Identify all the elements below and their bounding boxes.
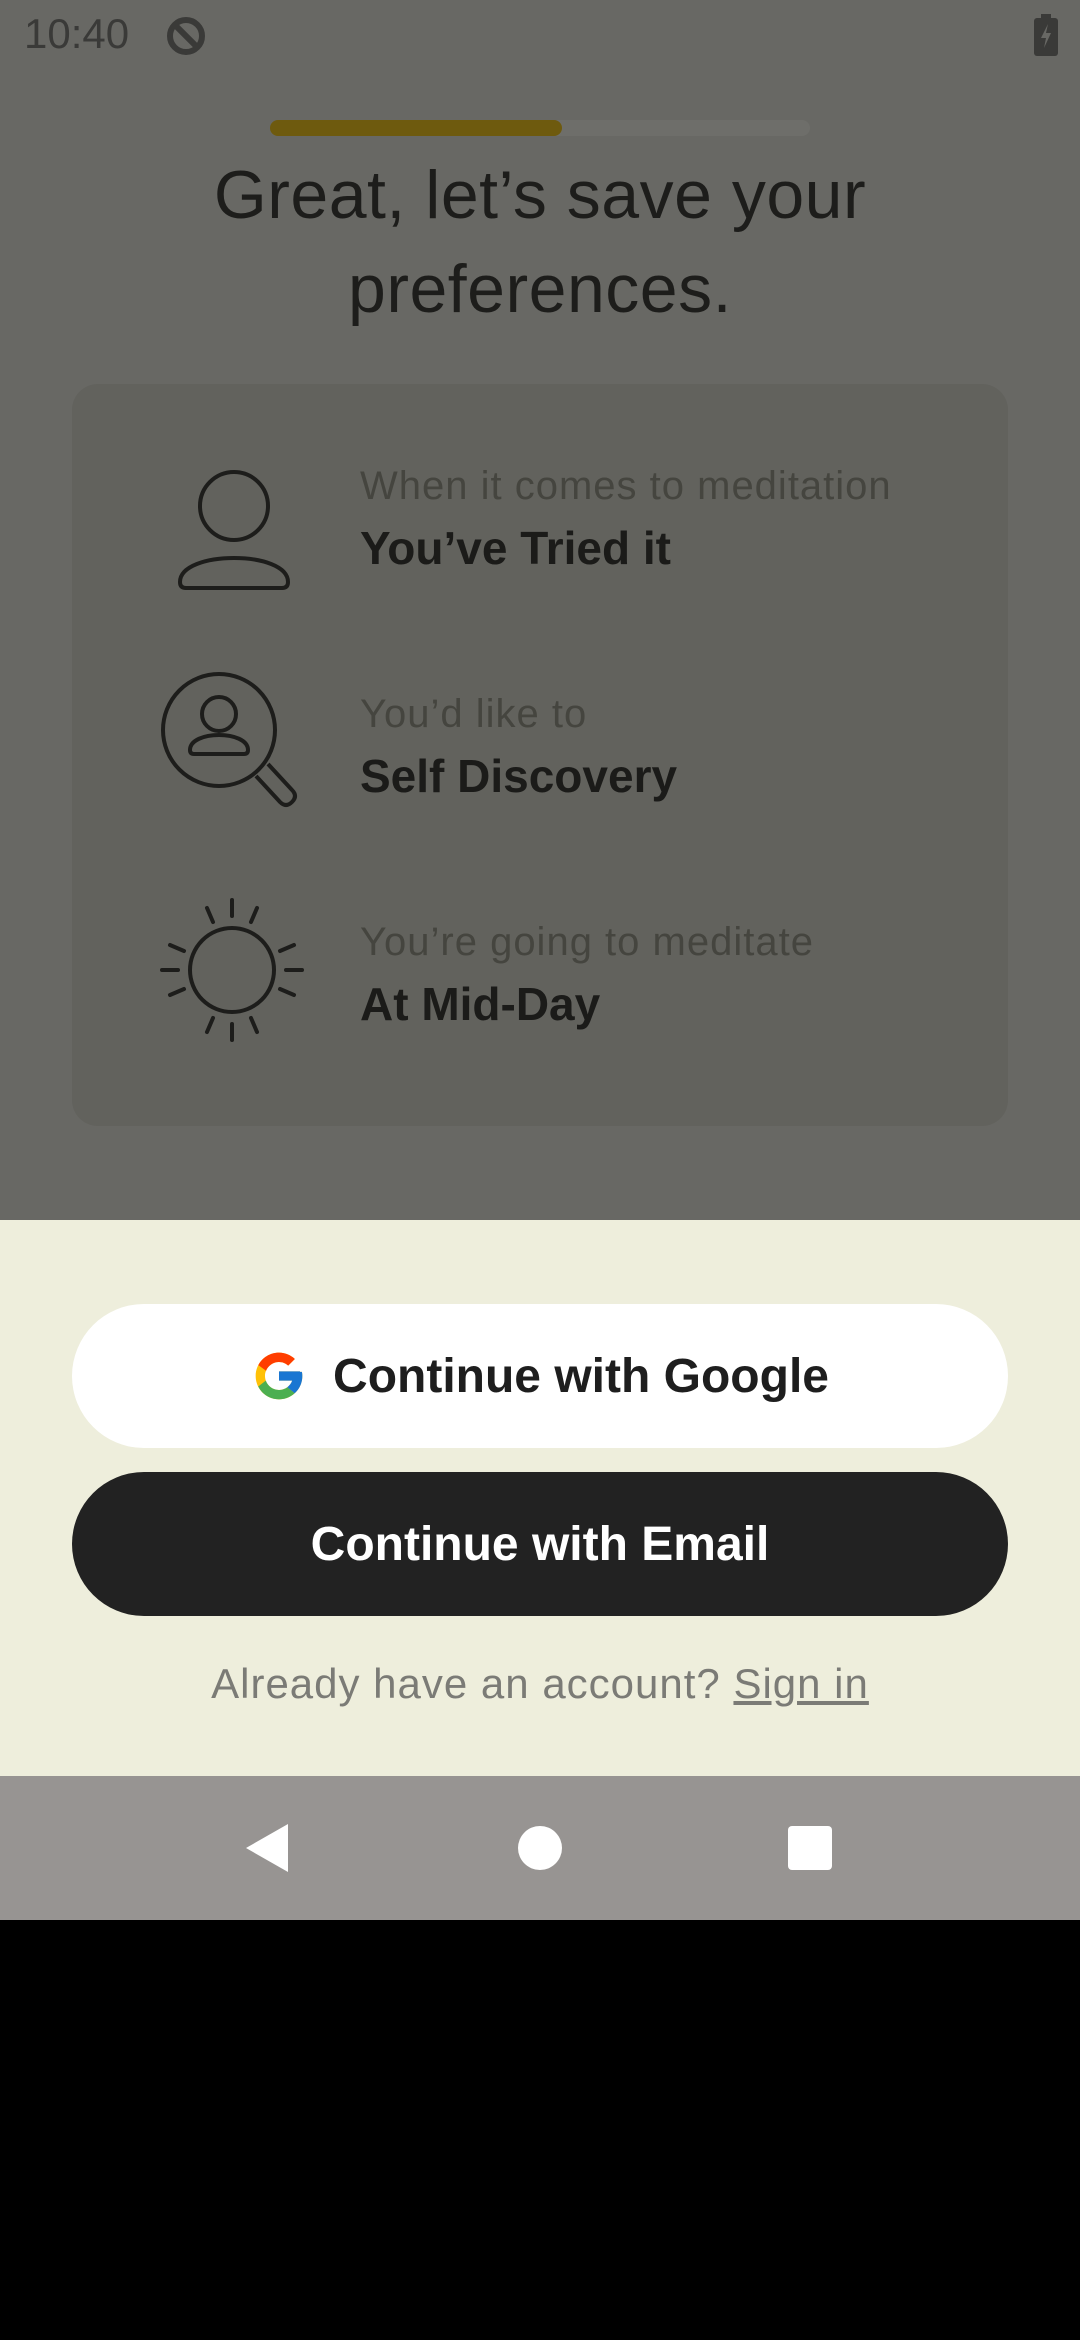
dimmed-background[interactable]: 10:40 Great, let’s save your preferences… bbox=[0, 0, 1080, 1220]
preference-text: You’re going to meditate At Mid-Day bbox=[360, 918, 814, 1034]
recents-icon[interactable] bbox=[786, 1822, 834, 1879]
signup-bottom-sheet: Continue with Google Continue with Email… bbox=[0, 1220, 1080, 1776]
preference-value: Self Discovery bbox=[360, 750, 678, 802]
screen: 10:40 Great, let’s save your preferences… bbox=[0, 0, 1080, 1920]
person-icon bbox=[152, 462, 312, 622]
signin-prompt: Already have an account? bbox=[211, 1660, 721, 1707]
google-icon bbox=[251, 1348, 307, 1404]
preference-row-experience: When it comes to meditation You’ve Tried… bbox=[72, 462, 1008, 642]
preference-label: When it comes to meditation bbox=[360, 464, 892, 508]
continue-with-email-label: Continue with Email bbox=[310, 1517, 770, 1571]
continue-with-email-button[interactable]: Continue with Email bbox=[72, 1472, 1008, 1616]
signin-link[interactable]: Sign in bbox=[733, 1660, 868, 1707]
status-time: 10:40 bbox=[24, 10, 130, 57]
back-icon[interactable] bbox=[242, 1822, 292, 1879]
page-title: Great, let’s save your preferences. bbox=[213, 157, 867, 327]
continue-with-google-label: Continue with Google bbox=[333, 1349, 829, 1403]
battery-charging-icon bbox=[1034, 14, 1058, 61]
preference-text: When it comes to meditation You’ve Tried… bbox=[360, 462, 892, 578]
preference-label: You’d like to bbox=[360, 692, 588, 736]
preference-row-goal: You’d like to Self Discovery bbox=[72, 672, 1008, 870]
sun-icon bbox=[152, 890, 312, 1050]
home-icon[interactable] bbox=[518, 1822, 562, 1879]
continue-with-google-button[interactable]: Continue with Google bbox=[72, 1304, 1008, 1448]
preference-value: You’ve Tried it bbox=[360, 522, 671, 574]
progress-bar-fill bbox=[270, 120, 562, 136]
signin-prompt-line: Already have an account? Sign in bbox=[0, 1660, 1080, 1708]
person-search-icon bbox=[152, 664, 312, 824]
preference-text: You’d like to Self Discovery bbox=[360, 690, 677, 806]
navigation-bar bbox=[0, 1776, 1080, 1920]
preference-row-time: You’re going to meditate At Mid-Day bbox=[72, 898, 1008, 1098]
sync-circle-icon bbox=[164, 14, 208, 63]
preferences-card: When it comes to meditation You’ve Tried… bbox=[72, 384, 1008, 1126]
preference-label: You’re going to meditate bbox=[360, 920, 814, 964]
status-bar: 10:40 bbox=[0, 0, 1080, 72]
preference-value: At Mid-Day bbox=[360, 978, 601, 1030]
progress-bar bbox=[270, 120, 810, 136]
